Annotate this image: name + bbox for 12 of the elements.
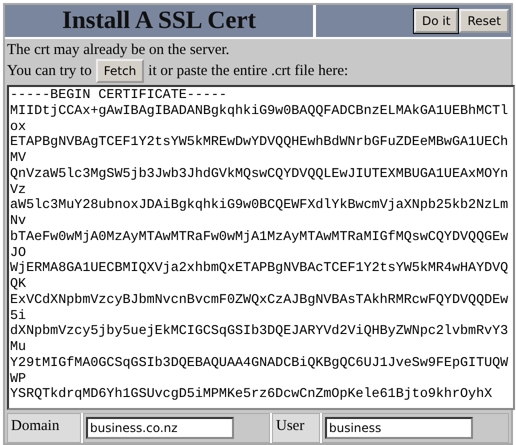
field-label: Domain [7,413,81,443]
field-label: User [272,413,320,443]
input-field[interactable]: business [325,417,473,439]
input-field[interactable]: business.co.nz [86,417,234,439]
instruction-text: You can try to [7,62,92,80]
certificate-field[interactable]: -----BEGIN CERTIFICATE----- MIIDtjCCAx+gAwIBAgIBADANBgkqhkiG9w0BAQQFADCBnzELMAkGA1UEBhMCTlox ETAPBgNVBAgTCEF1Y2tsYW5kMREwDwYDVQQHEwhBdWNrbGFuZDEeMBwGA1UEChMV QnVzaW5lc3MgSW5jb3Jwb3JhdGVkMQswCQYDVQQLEwJIUTEXMBUGA1UEAxMOYnVz aW5lc3MuY28ubnoxJDAiBgkqhkiG9w0BCQEWFXdlYkBwcmVjaXNpb25kb2NzLmNv bTAeFw0wMjA0MzAyMTAwMTRaFw0wMjA1MzAyMTAwMTRaMIGfMQswCQYDVQQGEwJO WjERMA8GA1UECBMIQXVja2xhbmQxETAPBgNVBAcTCEF1Y2tsYW5kMR4wHAYDVQQK ExVCdXNpbmVzcyBJbmNvcnBvcmF0ZWQxCzAJBgNVBAsTAkhRMRcwFQYDVQQDEw5i dXNpbmVzcy5jby5uejEkMCIGCSqGSIb3DQEJARYVd2ViQHByZWNpc2lvbmRvY3Mu Y29tMIGfMA0GCSqGSIb3DQEBAQUAA4GNADCBiQKBgQC6UJ1JveSw9FEpGITUQWWP YSRQTkdrqMD6Yh1GSUvcgD5iMPMKe5rz6DcwCnZmOpKele61Bjto9khrOyhX [7,85,516,410]
instruction-text: it or paste the entire .crt file here: [148,62,348,80]
submit-button[interactable]: Do it [414,9,458,33]
fetch-button[interactable]: Fetch [96,59,144,83]
info-text: The crt may already be on the server. [7,41,230,59]
page-title: Install A SSL Cert [62,7,256,35]
reset-button[interactable]: Reset [459,9,509,33]
